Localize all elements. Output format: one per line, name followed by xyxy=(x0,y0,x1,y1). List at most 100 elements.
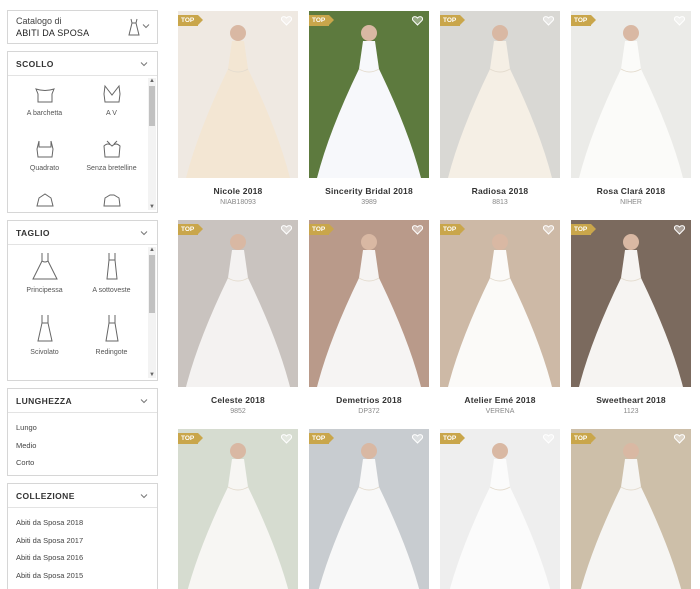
collection-option-2015[interactable]: Abiti da Sposa 2015 xyxy=(16,567,149,585)
chevron-down-icon[interactable] xyxy=(141,21,151,31)
product-photo[interactable]: TOP xyxy=(440,11,560,178)
neckline-option-label: A V xyxy=(106,110,117,117)
wedding-dress-image xyxy=(309,429,429,589)
product-name[interactable]: Atelier Emé 2018 xyxy=(440,395,560,405)
product-card[interactable]: TOP Atelier Emé 2018 VERENA xyxy=(440,220,560,415)
scroll-down-icon[interactable]: ▼ xyxy=(149,372,155,378)
product-card[interactable]: TOP Nicole 2018 NIAB18093 xyxy=(178,11,298,206)
product-card[interactable]: TOP Rosa Clará 2018 NIHER xyxy=(571,11,691,206)
product-code: 3989 xyxy=(361,199,377,206)
product-photo[interactable]: TOP xyxy=(309,429,429,589)
product-name[interactable]: Celeste 2018 xyxy=(178,395,298,405)
wedding-dress-image xyxy=(178,220,298,387)
product-card[interactable]: TOP xyxy=(178,429,298,589)
chevron-down-icon[interactable] xyxy=(139,396,149,406)
heart-icon[interactable] xyxy=(543,434,554,444)
heart-icon[interactable] xyxy=(281,434,292,444)
product-code: 9852 xyxy=(230,408,246,415)
product-photo[interactable]: TOP xyxy=(440,220,560,387)
length-filter-header[interactable]: LUNGHEZZA xyxy=(8,389,157,413)
product-card[interactable]: TOP xyxy=(571,429,691,589)
chevron-down-icon[interactable] xyxy=(139,59,149,69)
length-option-long[interactable]: Lungo xyxy=(16,419,149,437)
top-badge: TOP xyxy=(571,433,597,444)
sheath-cut-icon xyxy=(36,315,53,342)
top-badge: TOP xyxy=(440,433,466,444)
heart-icon[interactable] xyxy=(281,225,292,235)
cut-option-sheath[interactable]: Scivolato xyxy=(11,311,78,373)
wedding-dress-image xyxy=(309,220,429,387)
product-photo[interactable]: TOP xyxy=(571,11,691,178)
collection-filter-title: COLLEZIONE xyxy=(16,490,75,501)
product-name[interactable]: Demetrios 2018 xyxy=(309,395,429,405)
slip-cut-icon xyxy=(105,253,118,280)
length-option-medium[interactable]: Medio xyxy=(16,437,149,455)
heart-icon[interactable] xyxy=(543,225,554,235)
product-photo[interactable]: TOP xyxy=(178,11,298,178)
scrollbar-thumb[interactable] xyxy=(149,255,155,313)
product-photo[interactable]: TOP xyxy=(309,11,429,178)
heart-icon[interactable] xyxy=(412,434,423,444)
heart-icon[interactable] xyxy=(674,434,685,444)
product-photo[interactable]: TOP xyxy=(309,220,429,387)
heart-icon[interactable] xyxy=(674,225,685,235)
collection-filter-header[interactable]: COLLEZIONE xyxy=(8,484,157,508)
neckline-option-square[interactable]: Quadrato xyxy=(11,135,78,190)
product-photo[interactable]: TOP xyxy=(178,220,298,387)
scrollbar-thumb[interactable] xyxy=(149,86,155,126)
collection-option-2016[interactable]: Abiti da Sposa 2016 xyxy=(16,549,149,567)
wedding-dress-image xyxy=(571,429,691,589)
wedding-dress-image xyxy=(440,429,560,589)
neckline-filter-header[interactable]: SCOLLO xyxy=(8,52,157,76)
length-filter-panel: LUNGHEZZA Lungo Medio Corto xyxy=(7,388,158,476)
collection-option-2017[interactable]: Abiti da Sposa 2017 xyxy=(16,532,149,550)
product-photo[interactable]: TOP xyxy=(571,220,691,387)
collection-option-2018[interactable]: Abiti da Sposa 2018 xyxy=(16,514,149,532)
collection-filter-panel: COLLEZIONE Abiti da Sposa 2018 Abiti da … xyxy=(7,483,158,589)
heart-icon[interactable] xyxy=(412,16,423,26)
neckline-scrollbar[interactable]: ▲ ▼ xyxy=(148,78,156,210)
neckline-options-list: A barchetta A V Quadrato Senza bretellin… xyxy=(8,76,157,212)
product-card[interactable]: TOP xyxy=(440,429,560,589)
cut-option-princess[interactable]: Principessa xyxy=(11,249,78,311)
product-name[interactable]: Sincerity Bridal 2018 xyxy=(309,186,429,196)
square-neckline-icon xyxy=(35,140,54,158)
length-option-short[interactable]: Corto xyxy=(16,454,149,472)
neckline-option-bateau[interactable]: A barchetta xyxy=(11,80,78,135)
product-card[interactable]: TOP Celeste 2018 9852 xyxy=(178,220,298,415)
product-photo[interactable]: TOP xyxy=(571,429,691,589)
cut-filter-title: TAGLIO xyxy=(16,227,50,238)
scroll-up-icon[interactable]: ▲ xyxy=(149,247,155,253)
neckline-option-strapless[interactable]: Senza bretelline xyxy=(78,135,145,190)
top-badge: TOP xyxy=(440,224,466,235)
cut-filter-header[interactable]: TAGLIO xyxy=(8,221,157,245)
neckline-option-label: Quadrato xyxy=(29,165,60,172)
chevron-down-icon[interactable] xyxy=(139,491,149,501)
cut-option-slip[interactable]: A sottoveste xyxy=(78,249,145,311)
neckline-option-more-2[interactable] xyxy=(78,190,145,212)
chevron-down-icon[interactable] xyxy=(139,228,149,238)
product-card[interactable]: TOP Sweetheart 2018 1123 xyxy=(571,220,691,415)
product-name[interactable]: Radiosa 2018 xyxy=(440,186,560,196)
heart-icon[interactable] xyxy=(543,16,554,26)
product-card[interactable]: TOP Sincerity Bridal 2018 3989 xyxy=(309,11,429,206)
scroll-up-icon[interactable]: ▲ xyxy=(149,78,155,84)
heart-icon[interactable] xyxy=(674,16,685,26)
cut-scrollbar[interactable]: ▲ ▼ xyxy=(148,247,156,378)
neckline-option-v[interactable]: A V xyxy=(78,80,145,135)
neckline-option-more[interactable] xyxy=(11,190,78,212)
scroll-down-icon[interactable]: ▼ xyxy=(149,204,155,210)
catalog-selector[interactable]: Catalogo di ABITI DA SPOSA xyxy=(7,10,158,44)
heart-icon[interactable] xyxy=(281,16,292,26)
product-name[interactable]: Sweetheart 2018 xyxy=(571,395,691,405)
product-name[interactable]: Rosa Clará 2018 xyxy=(571,186,691,196)
cut-option-redingote[interactable]: Redingote xyxy=(78,311,145,373)
product-name[interactable]: Nicole 2018 xyxy=(178,186,298,196)
product-photo[interactable]: TOP xyxy=(440,429,560,589)
product-card[interactable]: TOP Demetrios 2018 DP372 xyxy=(309,220,429,415)
heart-icon[interactable] xyxy=(412,225,423,235)
redingote-cut-icon xyxy=(104,315,119,342)
product-card[interactable]: TOP xyxy=(309,429,429,589)
product-photo[interactable]: TOP xyxy=(178,429,298,589)
product-card[interactable]: TOP Radiosa 2018 8813 xyxy=(440,11,560,206)
